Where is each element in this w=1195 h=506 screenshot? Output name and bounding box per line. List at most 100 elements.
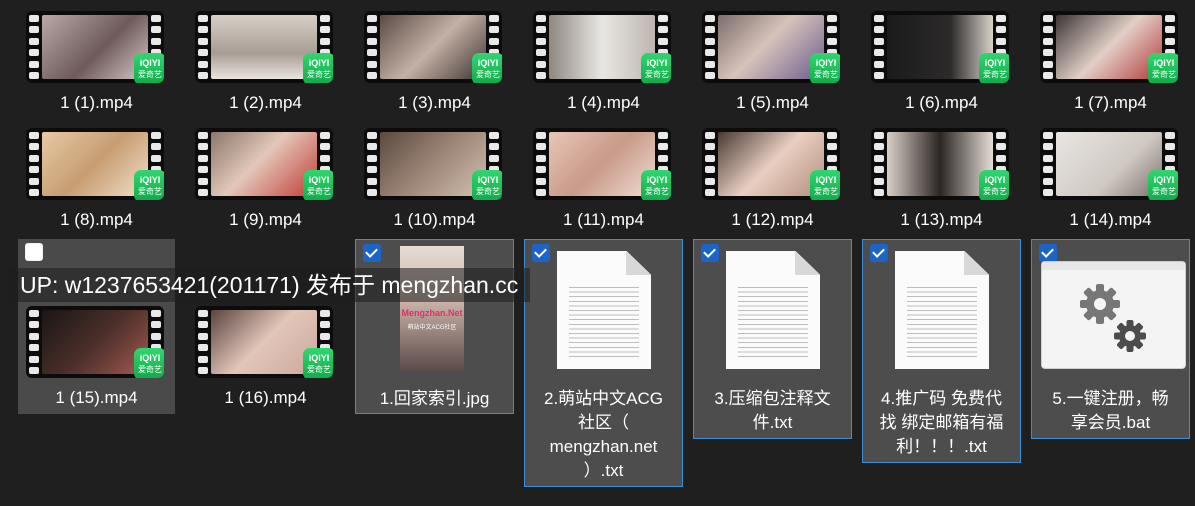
film-strip-icon: iQIYI 爱奇艺 xyxy=(364,11,502,83)
file-name: 1 (4).mp4 xyxy=(567,93,640,112)
film-strip-icon: iQIYI 爱奇艺 xyxy=(364,128,502,200)
file-tile-video[interactable]: iQIYI 爱奇艺 1 (13).mp4 xyxy=(863,122,1020,237)
video-thumbnail xyxy=(211,15,317,79)
file-name: 1 (1).mp4 xyxy=(60,93,133,112)
film-strip-icon: iQIYI 爱奇艺 xyxy=(702,128,840,200)
file-tile-image[interactable]: Mengzhan.Net 萌站中文ACG社区 1.回家索引.jpg xyxy=(355,239,514,414)
video-thumbnail xyxy=(718,132,824,196)
text-document-icon xyxy=(557,251,651,369)
video-thumbnail xyxy=(211,310,317,374)
iqiyi-badge-icon: iQIYI 爱奇艺 xyxy=(472,170,502,200)
video-thumbnail xyxy=(887,132,993,196)
film-strip-icon: iQIYI 爱奇艺 xyxy=(1040,11,1178,83)
file-tile-video[interactable]: iQIYI 爱奇艺 1 (8).mp4 xyxy=(18,122,175,237)
file-name: 1 (7).mp4 xyxy=(1074,93,1147,112)
selection-checkbox[interactable] xyxy=(25,243,43,261)
selection-checkbox[interactable] xyxy=(1039,244,1057,262)
video-thumbnail xyxy=(42,132,148,196)
film-strip-icon: iQIYI 爱奇艺 xyxy=(533,11,671,83)
file-tile-video[interactable]: iQIYI 爱奇艺 1 (5).mp4 xyxy=(694,5,851,120)
file-name: 2.萌站中文ACG 社区（ mengzhan.net ）.txt xyxy=(543,389,664,480)
file-name: 1 (10).mp4 xyxy=(393,210,476,229)
file-tile-video[interactable]: iQIYI 爱奇艺 1 (1).mp4 xyxy=(18,5,175,120)
file-tile-video[interactable]: iQIYI 爱奇艺 1 (11).mp4 xyxy=(525,122,682,237)
file-name: 1 (3).mp4 xyxy=(398,93,471,112)
video-thumbnail xyxy=(718,15,824,79)
iqiyi-badge-icon: iQIYI 爱奇艺 xyxy=(1148,53,1178,83)
image-thumbnail: Mengzhan.Net 萌站中文ACG社区 xyxy=(400,246,464,371)
selection-checkbox[interactable] xyxy=(363,244,381,262)
film-strip-icon: iQIYI 爱奇艺 xyxy=(1040,128,1178,200)
file-name: 1 (8).mp4 xyxy=(60,210,133,229)
selection-checkbox[interactable] xyxy=(701,244,719,262)
file-tile-text[interactable]: 2.萌站中文ACG 社区（ mengzhan.net ）.txt xyxy=(524,239,683,487)
film-strip-icon: iQIYI 爱奇艺 xyxy=(26,306,164,378)
file-tile-video[interactable]: iQIYI 爱奇艺 1 (6).mp4 xyxy=(863,5,1020,120)
video-thumbnail xyxy=(549,132,655,196)
iqiyi-badge-icon: iQIYI 爱奇艺 xyxy=(1148,170,1178,200)
overlay-caption: UP: w1237653421(201171) 发布于 mengzhan.cc xyxy=(8,268,531,302)
film-strip-icon: iQIYI 爱奇艺 xyxy=(702,11,840,83)
file-tile-video[interactable]: iQIYI 爱奇艺 1 (14).mp4 xyxy=(1032,122,1189,237)
iqiyi-badge-icon: iQIYI 爱奇艺 xyxy=(979,53,1009,83)
file-tile-text[interactable]: 3.压缩包注释文 件.txt xyxy=(693,239,852,439)
file-tile-video[interactable]: iQIYI 爱奇艺 1 (16).mp4 xyxy=(187,239,344,414)
video-thumbnail xyxy=(549,15,655,79)
iqiyi-badge-icon: iQIYI 爱奇艺 xyxy=(641,170,671,200)
file-name: 5.一键注册，畅 享会员.bat xyxy=(1052,389,1169,432)
file-name: 1 (12).mp4 xyxy=(731,210,814,229)
file-name: 1 (2).mp4 xyxy=(229,93,302,112)
file-name: 1 (14).mp4 xyxy=(1069,210,1152,229)
iqiyi-badge-icon: iQIYI 爱奇艺 xyxy=(303,170,333,200)
file-tile-video[interactable]: iQIYI 爱奇艺 1 (3).mp4 xyxy=(356,5,513,120)
file-tile-batch[interactable]: 5.一键注册，畅 享会员.bat xyxy=(1031,239,1190,439)
file-name: 1 (5).mp4 xyxy=(736,93,809,112)
thumbnail-subcaption: 萌站中文ACG社区 xyxy=(407,325,457,331)
iqiyi-badge-icon: iQIYI 爱奇艺 xyxy=(810,53,840,83)
video-thumbnail xyxy=(42,15,148,79)
film-strip-icon: iQIYI 爱奇艺 xyxy=(26,11,164,83)
film-strip-icon: iQIYI 爱奇艺 xyxy=(533,128,671,200)
file-tile-video[interactable]: iQIYI 爱奇艺 1 (2).mp4 xyxy=(187,5,344,120)
iqiyi-badge-icon: iQIYI 爱奇艺 xyxy=(472,53,502,83)
video-thumbnail xyxy=(1056,15,1162,79)
file-tile-video[interactable]: iQIYI 爱奇艺 1 (10).mp4 xyxy=(356,122,513,237)
file-tile-video[interactable]: iQIYI 爱奇艺 1 (9).mp4 xyxy=(187,122,344,237)
film-strip-icon: iQIYI 爱奇艺 xyxy=(195,306,333,378)
video-thumbnail xyxy=(380,132,486,196)
file-name: 4.推广码 免费代找 绑定邮箱有福 利！！！.txt xyxy=(879,389,1004,456)
text-document-icon xyxy=(726,251,820,369)
iqiyi-badge-icon: iQIYI 爱奇艺 xyxy=(134,53,164,83)
file-tile-video[interactable]: iQIYI 爱奇艺 1 (15).mp4 xyxy=(18,239,175,414)
file-name: 1 (9).mp4 xyxy=(229,210,302,229)
film-strip-icon: iQIYI 爱奇艺 xyxy=(26,128,164,200)
file-name: 3.压缩包注释文 件.txt xyxy=(714,389,831,432)
file-name: 1.回家索引.jpg xyxy=(379,389,490,408)
video-thumbnail xyxy=(1056,132,1162,196)
iqiyi-badge-icon: iQIYI 爱奇艺 xyxy=(134,348,164,378)
file-name: 1 (13).mp4 xyxy=(900,210,983,229)
text-document-icon xyxy=(895,251,989,369)
file-tile-text[interactable]: 4.推广码 免费代找 绑定邮箱有福 利！！！.txt xyxy=(862,239,1021,463)
file-name: 1 (16).mp4 xyxy=(224,388,307,407)
selection-checkbox[interactable] xyxy=(532,244,550,262)
iqiyi-badge-icon: iQIYI 爱奇艺 xyxy=(134,170,164,200)
file-tile-video[interactable]: iQIYI 爱奇艺 1 (4).mp4 xyxy=(525,5,682,120)
film-strip-icon: iQIYI 爱奇艺 xyxy=(195,11,333,83)
iqiyi-badge-icon: iQIYI 爱奇艺 xyxy=(979,170,1009,200)
thumbnail-caption: Mengzhan.Net xyxy=(401,308,463,318)
film-strip-icon: iQIYI 爱奇艺 xyxy=(871,128,1009,200)
video-thumbnail xyxy=(887,15,993,79)
file-tile-video[interactable]: iQIYI 爱奇艺 1 (7).mp4 xyxy=(1032,5,1189,120)
file-name: 1 (11).mp4 xyxy=(563,210,644,229)
film-strip-icon: iQIYI 爱奇艺 xyxy=(871,11,1009,83)
iqiyi-badge-icon: iQIYI 爱奇艺 xyxy=(303,53,333,83)
file-name: 1 (15).mp4 xyxy=(55,388,138,407)
selection-checkbox[interactable] xyxy=(870,244,888,262)
video-thumbnail xyxy=(380,15,486,79)
film-strip-icon: iQIYI 爱奇艺 xyxy=(195,128,333,200)
video-thumbnail xyxy=(42,310,148,374)
file-tile-video[interactable]: iQIYI 爱奇艺 1 (12).mp4 xyxy=(694,122,851,237)
iqiyi-badge-icon: iQIYI 爱奇艺 xyxy=(810,170,840,200)
gear-settings-icon xyxy=(1042,262,1185,368)
